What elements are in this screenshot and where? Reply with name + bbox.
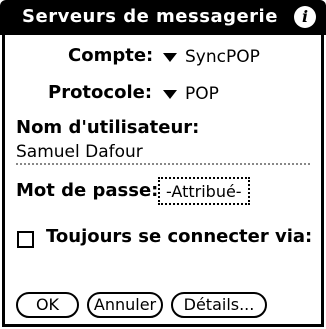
mail-servers-dialog: Serveurs de messagerie i Compte: SyncPOP… (0, 0, 326, 329)
dropdown-triangle-icon (163, 89, 177, 99)
username-field-underline (16, 163, 310, 165)
username-label: Nom d'utilisateur: (16, 117, 200, 138)
always-connect-checkbox[interactable] (17, 231, 34, 248)
ok-button[interactable]: OK (16, 292, 79, 318)
always-connect-label: Toujours se connecter via: (46, 226, 313, 247)
password-label: Mot de passe: (16, 180, 159, 201)
account-popup[interactable]: SyncPOP (163, 47, 260, 67)
protocol-popup[interactable]: POP (163, 84, 219, 104)
password-button[interactable]: -Attribué- (158, 177, 250, 205)
protocol-label: Protocole: (48, 82, 153, 103)
cancel-button[interactable]: Annuler (87, 292, 163, 318)
protocol-value: POP (185, 84, 219, 104)
account-value: SyncPOP (185, 47, 260, 67)
details-button[interactable]: Détails... (171, 292, 267, 318)
username-field[interactable]: Samuel Dafour (16, 142, 143, 162)
dropdown-triangle-icon (163, 52, 177, 62)
account-label: Compte: (68, 45, 154, 66)
